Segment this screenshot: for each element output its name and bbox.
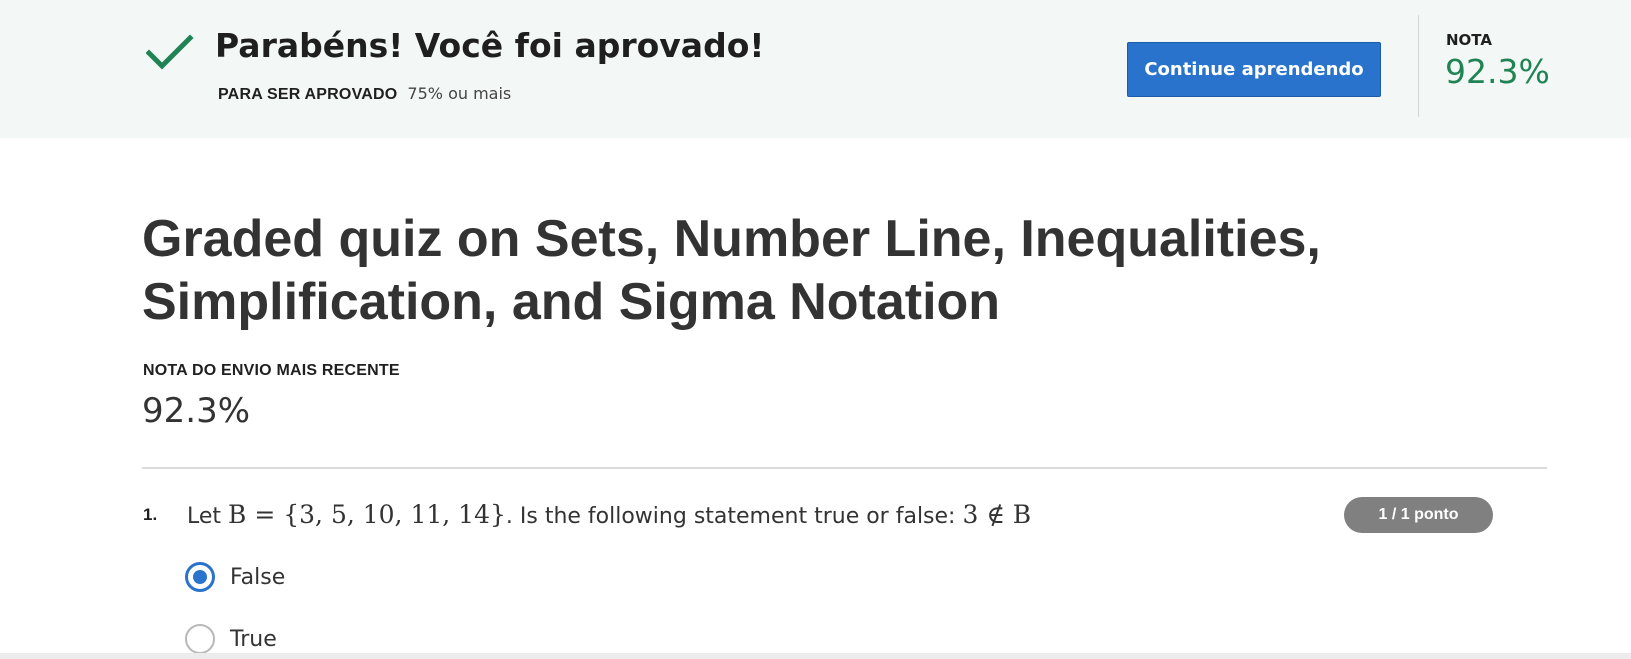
points-badge: 1 / 1 ponto [1344,497,1493,533]
question-text-middle: . Is the following statement true or fal… [505,504,956,529]
quiz-title: Graded quiz on Sets, Number Line, Inequa… [142,210,1321,331]
pass-message: Parabéns! Você foi aprovado! [215,26,765,65]
radio-unselected-icon[interactable] [185,624,215,654]
option-label: True [230,626,277,652]
question-number: 1. [143,505,158,524]
grade-value: 92.3% [1445,52,1550,91]
pass-requirement-value: 75% ou mais [407,84,512,103]
recent-submission-grade: 92.3% [142,391,251,431]
section-divider [142,467,1547,469]
pass-requirement-label: PARA SER APROVADO [218,86,398,103]
grade-label: NOTA [1446,31,1492,49]
question-text: Let B = {3, 5, 10, 11, 14}. Is the follo… [187,500,1031,529]
option-true[interactable]: True [185,624,277,654]
banner-divider [1418,15,1419,117]
option-false[interactable]: False [185,562,285,592]
bottom-edge [0,653,1631,659]
result-banner: Parabéns! Você foi aprovado! PARA SER AP… [0,0,1631,138]
option-label: False [230,564,286,590]
checkmark-icon [146,34,194,70]
question-text-prefix: Let [187,504,222,529]
statement-expression: 3 ∉ B [962,500,1032,529]
radio-selected-icon[interactable] [185,562,215,592]
set-expression: B = {3, 5, 10, 11, 14} [228,500,506,529]
recent-submission-label: NOTA DO ENVIO MAIS RECENTE [143,362,400,379]
pass-requirement: PARA SER APROVADO 75% ou mais [218,84,511,104]
continue-learning-button[interactable]: Continue aprendendo [1127,42,1381,97]
